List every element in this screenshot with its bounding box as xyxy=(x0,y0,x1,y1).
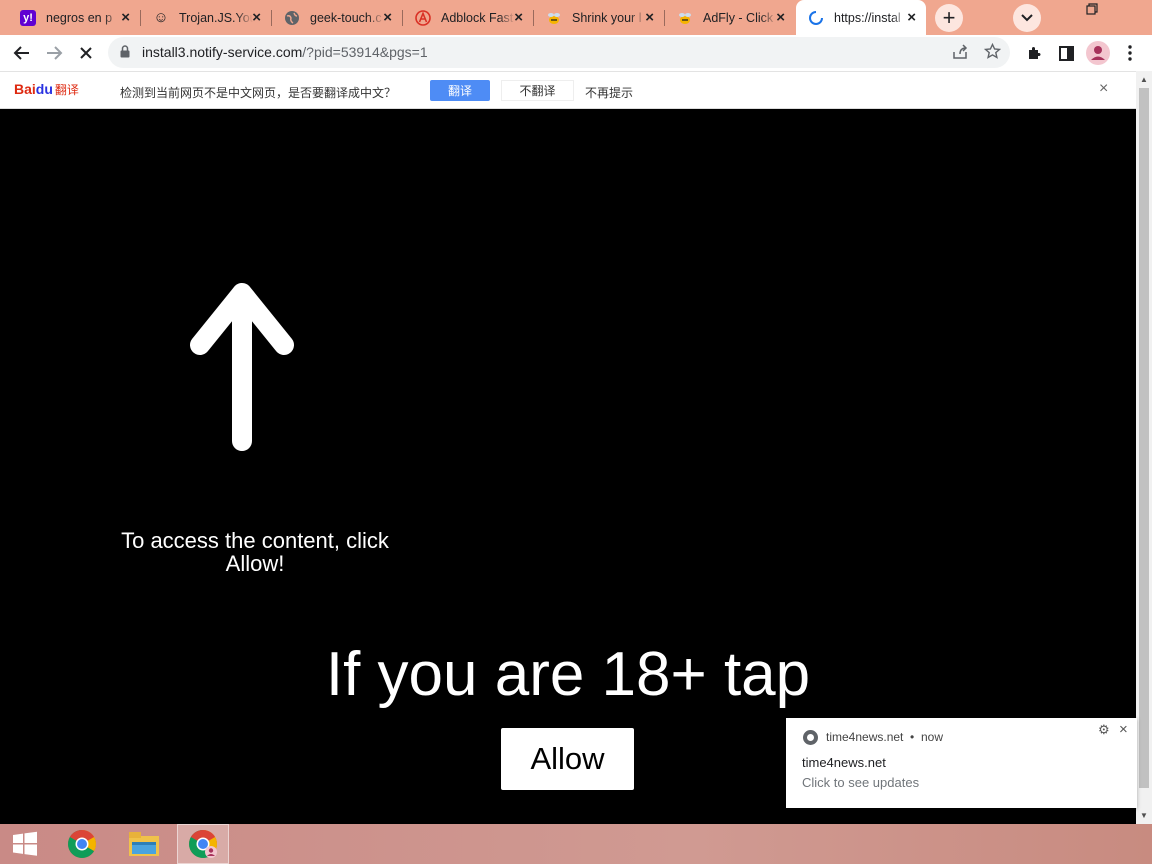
close-tab-icon[interactable]: × xyxy=(383,10,392,25)
notification-title: time4news.net xyxy=(802,755,886,770)
access-instruction: To access the content, click Allow! xyxy=(121,528,389,576)
age-headline: If you are 18+ tap xyxy=(325,640,811,709)
tab-title: geek-touch.c xyxy=(310,10,382,25)
address-bar[interactable]: install3.notify-service.com/?pid=53914&p… xyxy=(108,37,1010,68)
tab-title: negros en p xyxy=(46,10,113,25)
close-icon[interactable]: × xyxy=(1099,80,1108,98)
adblock-icon xyxy=(415,9,431,26)
new-tab-button[interactable]: + xyxy=(935,4,963,32)
tab-title: Shrink your l xyxy=(572,10,642,25)
tab-search-button[interactable] xyxy=(1013,4,1041,32)
yahoo-icon: y! xyxy=(20,9,36,26)
close-tab-icon[interactable]: × xyxy=(645,10,654,25)
notification-body: Click to see updates xyxy=(802,775,920,790)
scroll-up-arrow-icon[interactable]: ▲ xyxy=(1140,75,1148,84)
scroll-down-arrow-icon[interactable]: ▼ xyxy=(1140,811,1148,820)
bookmark-star-icon[interactable] xyxy=(984,43,1001,60)
forward-icon[interactable] xyxy=(42,41,66,65)
tab-active[interactable]: https://instal × xyxy=(796,0,926,35)
never-prompt-link[interactable]: 不再提示 xyxy=(585,84,633,101)
tab-title: https://instal xyxy=(834,10,901,25)
gear-icon[interactable]: ⚙ xyxy=(1098,722,1110,738)
tab-title: Trojan.JS.You xyxy=(179,10,253,25)
adfly-bee-icon xyxy=(546,10,562,26)
side-panel-icon[interactable] xyxy=(1056,43,1076,63)
tab-1[interactable]: y! negros en p × xyxy=(8,0,140,35)
profile-avatar-icon[interactable] xyxy=(1086,41,1110,65)
extensions-icon[interactable] xyxy=(1024,43,1044,63)
notification-site: time4news.net xyxy=(826,730,904,744)
smiley-icon: ☺ xyxy=(153,9,169,26)
url-text: install3.notify-service.com/?pid=53914&p… xyxy=(142,44,428,60)
scroll-thumb[interactable] xyxy=(1139,88,1149,788)
notification-time: now xyxy=(921,730,944,744)
close-tab-icon[interactable]: × xyxy=(907,10,916,25)
browser-toolbar: install3.notify-service.com/?pid=53914&p… xyxy=(0,35,1152,71)
back-icon[interactable] xyxy=(10,41,34,65)
tab-3[interactable]: geek-touch.c × xyxy=(272,0,402,35)
close-tab-icon[interactable]: × xyxy=(776,10,785,25)
baidu-translate-bar: Baidu 翻译 检测到当前网页不是中文网页，是否要翻译成中文？ 翻译 不翻译 不… xyxy=(0,71,1136,109)
menu-kebab-icon[interactable] xyxy=(1120,43,1140,63)
close-tab-icon[interactable]: × xyxy=(121,10,130,25)
baidu-logo: Baidu 翻译 xyxy=(14,81,79,98)
chrome-icon xyxy=(803,730,818,745)
push-notification[interactable]: time4news.net • now ⚙ × time4news.net Cl… xyxy=(786,718,1137,808)
translate-prompt: 检测到当前网页不是中文网页，是否要翻译成中文？ xyxy=(120,86,397,100)
url-path: /?pid=53914&pgs=1 xyxy=(302,44,428,60)
close-tab-icon[interactable]: × xyxy=(514,10,523,25)
chrome-profile-taskbar-icon[interactable] xyxy=(177,824,229,864)
allow-button[interactable]: Allow xyxy=(501,728,634,790)
tab-title: Adblock Fast xyxy=(441,10,514,25)
logo-bai: Bai xyxy=(14,81,36,97)
chrome-taskbar-icon[interactable] xyxy=(62,824,102,864)
restore-window-icon[interactable] xyxy=(1086,3,1098,18)
logo-fanyi: 翻译 xyxy=(54,83,79,97)
notification-separator: • xyxy=(910,730,915,744)
url-host: install3.notify-service.com xyxy=(142,44,303,60)
chevron-down-icon xyxy=(1021,14,1033,22)
stop-loading-icon[interactable] xyxy=(74,41,98,65)
share-icon[interactable] xyxy=(952,44,969,60)
dont-translate-button[interactable]: 不翻译 xyxy=(501,80,574,101)
close-tab-icon[interactable]: × xyxy=(252,10,261,25)
lock-icon[interactable] xyxy=(120,45,130,58)
tab-4[interactable]: Adblock Fast × xyxy=(403,0,533,35)
windows-taskbar xyxy=(0,824,1152,864)
file-explorer-icon[interactable] xyxy=(124,824,164,864)
close-icon[interactable]: × xyxy=(1119,721,1128,738)
tab-strip: y! negros en p × ☺ Trojan.JS.You × geek-… xyxy=(0,0,1152,35)
vertical-scrollbar[interactable]: ▲ ▼ xyxy=(1136,71,1152,824)
tab-6[interactable]: AdFly - Click × xyxy=(665,0,795,35)
page-content: To access the content, click Allow! If y… xyxy=(0,109,1136,824)
tab-2[interactable]: ☺ Trojan.JS.You × xyxy=(141,0,271,35)
tab-5[interactable]: Shrink your l × xyxy=(534,0,664,35)
up-arrow-icon xyxy=(190,283,294,451)
adfly-bee-icon xyxy=(677,10,693,26)
tab-title: AdFly - Click xyxy=(703,10,774,25)
translate-button[interactable]: 翻译 xyxy=(430,80,490,101)
logo-du: du xyxy=(35,81,53,97)
globe-icon xyxy=(284,10,300,26)
windows-start-icon[interactable] xyxy=(8,824,42,864)
loading-spinner-icon xyxy=(808,10,824,26)
